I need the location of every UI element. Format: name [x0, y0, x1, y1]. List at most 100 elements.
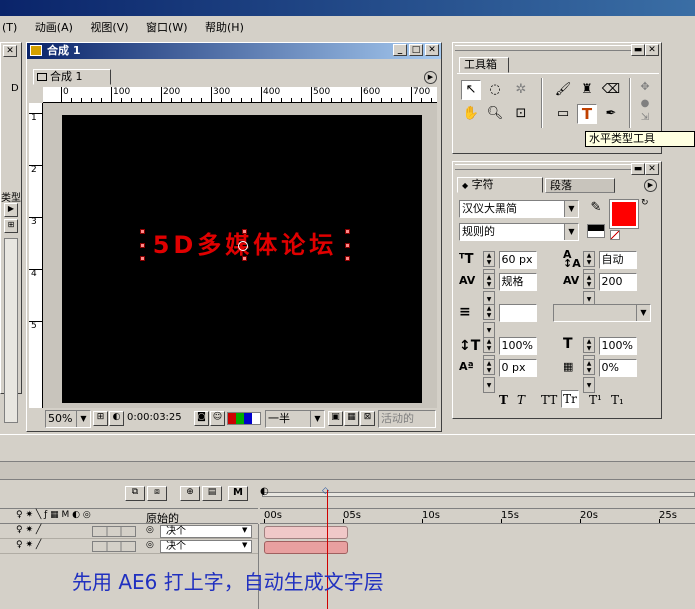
tracking-value[interactable]: 200 [598, 273, 637, 291]
toolbox-grip[interactable] [455, 45, 631, 51]
handle-bm[interactable] [242, 256, 247, 261]
kerning-spinner[interactable]: ▲ ▼ [483, 273, 495, 289]
layer-switch-boxes[interactable] [92, 526, 136, 537]
handle-bl[interactable] [140, 256, 145, 261]
subscript-button[interactable]: T₁ [611, 393, 624, 407]
motion-blur-icon[interactable]: M [228, 486, 248, 501]
transparency-grid-icon[interactable]: ▦ [344, 411, 359, 426]
font-style-dropdown[interactable]: 规则的 ▼ [459, 223, 579, 241]
all-caps-button[interactable]: TT [541, 393, 557, 407]
comp-mini-flowchart-icon[interactable]: ⧈ [147, 486, 167, 501]
current-time[interactable]: 0:00:03:25 [127, 412, 191, 423]
mask-view-icon[interactable]: ◐ [109, 411, 124, 426]
kerning-control[interactable]: ▲ ▼ 规格 ▼ [483, 273, 549, 307]
stroke-width-spinner[interactable]: ▲ ▼ [483, 304, 495, 320]
time-ruler[interactable]: 00s 05s 10s 15s 20s 25s [260, 508, 695, 524]
faux-bold-button[interactable]: T [499, 393, 508, 407]
menu-item-help[interactable]: 帮助(H) [205, 21, 244, 34]
snapshot-icon[interactable]: ◙ [194, 411, 209, 426]
tracking-control[interactable]: ▲ ▼ 200 ▼ [583, 273, 649, 307]
font-size-control[interactable]: ▲▼ 60 px ▼ [483, 251, 549, 285]
menu-item-view[interactable]: 视图(V) [90, 21, 128, 34]
layer-switch-boxes[interactable] [92, 541, 136, 552]
horizontal-scale-value[interactable]: 100% [598, 337, 637, 355]
camera-dropdown[interactable]: 活动的 [378, 410, 436, 428]
tsume-value[interactable]: 0% [598, 359, 637, 377]
toolbox-tab[interactable]: 工具箱 [459, 57, 509, 73]
horizontal-scale-spinner[interactable]: ▲ ▼ [583, 337, 595, 353]
font-family-dropdown[interactable]: 汉仪大黑简 ▼ [459, 200, 579, 218]
selection-tool-icon[interactable]: ↖ [461, 80, 481, 100]
zoom-dropdown[interactable]: 50% ▼ [45, 410, 91, 428]
tsume-control[interactable]: ▲ ▼ 0% ▼ [583, 359, 649, 393]
maximize-icon[interactable]: □ [409, 44, 423, 56]
kerning-value[interactable]: 规格 [498, 273, 537, 291]
font-size-spinner[interactable]: ▲ ▼ [483, 251, 495, 267]
horizontal-type-tool-icon[interactable]: T [577, 104, 597, 124]
pan-behind-icon[interactable]: ⊡ [511, 104, 531, 124]
rotate-tool-icon[interactable]: ◌ [485, 80, 505, 100]
minimize-icon[interactable]: _ [393, 44, 407, 56]
handle-tr[interactable] [345, 229, 350, 234]
tracking-spinner[interactable]: ▲ ▼ [583, 273, 595, 289]
stroke-width-dropdown[interactable]: ▼ [483, 322, 495, 338]
stroke-width-control[interactable]: ▲ ▼ ▼ [483, 304, 549, 338]
chevron-down-icon[interactable]: ▼ [242, 526, 247, 534]
clone-stamp-icon[interactable]: ♜ [577, 80, 597, 100]
draft-3d-icon[interactable]: ▤ [202, 486, 222, 501]
anchor-point-icon[interactable] [238, 241, 248, 251]
toolbox-minimize-icon[interactable]: ▬ [631, 44, 645, 56]
menu-item-animation[interactable]: 动画(A) [35, 21, 73, 34]
menu-item-text[interactable]: (T) [2, 21, 17, 34]
character-grip[interactable] [455, 164, 631, 170]
layer-row[interactable]: ♀ ✷ ╱ ◎ 决个 ▼ [0, 540, 258, 554]
zoom-tool-icon[interactable]: 🔍︎ [485, 104, 505, 124]
tab-character[interactable]: ◆ 字符 [457, 177, 543, 193]
baseline-shift-spinner[interactable]: ▲ ▼ [483, 359, 495, 375]
superscript-button[interactable]: T¹ [589, 393, 602, 407]
handle-ml[interactable] [140, 243, 145, 248]
layer-bar-1[interactable] [264, 526, 348, 539]
world-axis-icon[interactable]: ● [637, 98, 653, 112]
vertical-scale-control[interactable]: ▲▼ 100% ▼ [483, 337, 549, 371]
tab-paragraph[interactable]: 段落 [545, 178, 615, 193]
character-minimize-icon[interactable]: ▬ [631, 163, 645, 175]
eraser-tool-icon[interactable]: ⌫ [601, 80, 621, 100]
handle-mr[interactable] [345, 243, 350, 248]
time-navigator[interactable]: ◐ ◇ [260, 484, 695, 504]
axis-mode-icon[interactable]: ✥ [637, 80, 653, 96]
baseline-shift-control[interactable]: ▲ ▼ 0 px ▼ [483, 359, 549, 393]
composition-canvas[interactable]: 5D多媒体论坛 [62, 115, 422, 403]
no-color-icon[interactable] [610, 230, 620, 240]
resolution-dropdown[interactable]: 一半 ▼ [265, 410, 325, 428]
faux-italic-button[interactable]: T [517, 393, 525, 407]
stroke-width-value[interactable] [498, 304, 537, 322]
black-white-swatch[interactable] [587, 224, 605, 238]
leading-control[interactable]: ▲▼ 自动 ▼ [583, 251, 649, 285]
vertical-scale-spinner[interactable]: ▲ ▼ [483, 337, 495, 353]
live-update-icon[interactable]: ⊕ [180, 486, 200, 501]
handle-br[interactable] [345, 256, 350, 261]
tsume-spinner[interactable]: ▲ ▼ [583, 359, 595, 375]
handle-tm[interactable] [242, 229, 247, 234]
left-panel-tree-icon[interactable]: ⊞ [4, 219, 18, 233]
work-area-start-icon[interactable]: ◐ [260, 486, 269, 497]
swap-colors-icon[interactable]: ↻ [641, 198, 649, 208]
layer-bar-2[interactable] [264, 541, 348, 554]
channel-icon[interactable] [227, 412, 261, 425]
pen-tool-icon[interactable]: ✒ [601, 104, 621, 124]
vertical-scale-value[interactable]: 100% [498, 337, 537, 355]
toolbox-close-icon[interactable]: ✕ [645, 44, 659, 56]
fill-color-swatch[interactable] [609, 199, 639, 229]
pixel-aspect-icon[interactable]: ⊠ [360, 411, 375, 426]
handle-tl[interactable] [140, 229, 145, 234]
left-panel-play-icon[interactable]: ▶ [4, 203, 18, 217]
hand-tool-icon[interactable]: ✋ [461, 104, 481, 124]
stroke-options-dropdown[interactable]: ▼ [553, 304, 651, 322]
composition-titlebar[interactable]: 合成 1 _ □ ✕ [27, 43, 441, 59]
composition-menu-arrow-icon[interactable]: ▶ [424, 71, 437, 84]
text-layer-bounds[interactable]: 5D多媒体论坛 [140, 229, 350, 261]
composition-tab[interactable]: 合成 1 [33, 69, 111, 85]
orbit-camera-icon[interactable]: ✲ [511, 80, 531, 100]
character-close-icon[interactable]: ✕ [645, 163, 659, 175]
